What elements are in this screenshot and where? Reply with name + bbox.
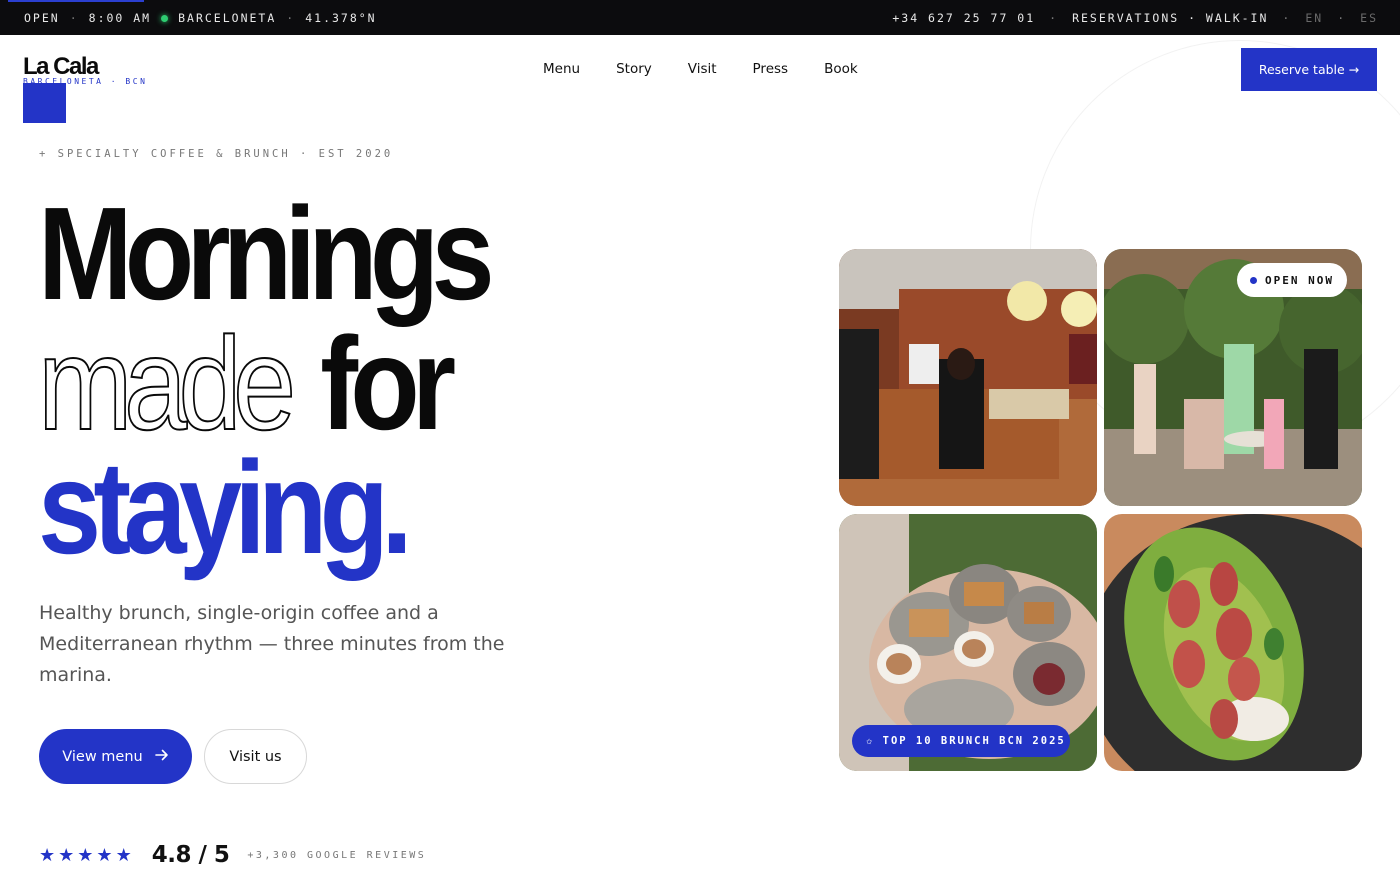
star-icon: ★ [96, 844, 113, 865]
photo-cafe-counter [839, 249, 1097, 506]
nav-item-book[interactable]: Book [824, 61, 858, 77]
star-rating: ★ ★ ★ ★ ★ [39, 845, 132, 866]
separator: · [69, 11, 79, 25]
phone-link[interactable]: +34 627 25 77 01 [892, 11, 1035, 25]
location-text: BARCELONETA [178, 11, 277, 25]
language-en-button[interactable]: EN [1305, 11, 1323, 25]
headline-line-3: staying. [38, 434, 413, 581]
main-nav: Menu Story Visit Press Book [543, 61, 858, 77]
nav-item-visit[interactable]: Visit [688, 61, 717, 77]
separator: · [1049, 11, 1059, 25]
headline-line-2: made for [37, 317, 456, 451]
rating-summary: ★ ★ ★ ★ ★ 4.8 / 5 +3,300 GOOGLE REVIEWS [39, 842, 426, 868]
separator: · [286, 11, 296, 25]
separator: · [1282, 11, 1292, 25]
review-count: +3,300 GOOGLE REVIEWS [247, 849, 427, 861]
status-text: OPEN [24, 11, 60, 25]
open-now-badge: OPEN NOW [1237, 263, 1347, 297]
nav-item-press[interactable]: Press [753, 61, 789, 77]
nav-item-story[interactable]: Story [616, 61, 652, 77]
hero-description: Healthy brunch, single-origin coffee and… [39, 602, 505, 686]
coordinates-text: 41.378°N [305, 11, 377, 25]
award-badge: ✩ TOP 10 BRUNCH BCN 2025 [852, 725, 1070, 757]
star-icon: ★ [58, 844, 75, 865]
top-bar-left: OPEN · 8:00 AM BARCELONETA · 41.378°N [24, 11, 377, 25]
visit-us-button[interactable]: Visit us [204, 729, 307, 784]
brand-subtitle: BARCELONETA · BCN [23, 77, 148, 86]
star-icon: ★ [77, 844, 94, 865]
time-text: 8:00 AM [88, 11, 152, 25]
separator: · [1337, 11, 1347, 25]
open-status-dot [1250, 276, 1257, 284]
view-menu-button[interactable]: View menu [39, 729, 192, 784]
language-es-button[interactable]: ES [1360, 11, 1378, 25]
progress-indicator [8, 0, 144, 2]
star-icon: ★ [115, 844, 132, 865]
open-now-label: OPEN NOW [1265, 273, 1334, 287]
arrow-right-icon [154, 749, 169, 765]
photo-fig-toast [1104, 514, 1362, 771]
nav-item-menu[interactable]: Menu [543, 61, 580, 77]
rating-score: 4.8 / 5 [151, 842, 230, 868]
reserve-table-button[interactable]: Reserve table → [1241, 48, 1377, 91]
brand-mark [23, 83, 66, 123]
view-menu-label: View menu [62, 748, 143, 765]
live-status-dot [161, 14, 169, 22]
top-info-bar: OPEN · 8:00 AM BARCELONETA · 41.378°N +3… [0, 0, 1400, 35]
top-bar-right: +34 627 25 77 01 · RESERVATIONS · WALK-I… [892, 11, 1378, 25]
star-icon: ★ [39, 844, 56, 865]
visit-us-label: Visit us [229, 748, 282, 765]
award-badge-label: ✩ TOP 10 BRUNCH BCN 2025 [866, 735, 1066, 747]
headline-line-1: Mornings [38, 180, 495, 327]
reservations-text: RESERVATIONS · WALK-IN [1072, 11, 1269, 25]
brand-logo[interactable]: La Cala BARCELONETA · BCN [23, 53, 145, 123]
hero-eyebrow: + SPECIALTY COFFEE & BRUNCH · EST 2020 [39, 148, 394, 160]
